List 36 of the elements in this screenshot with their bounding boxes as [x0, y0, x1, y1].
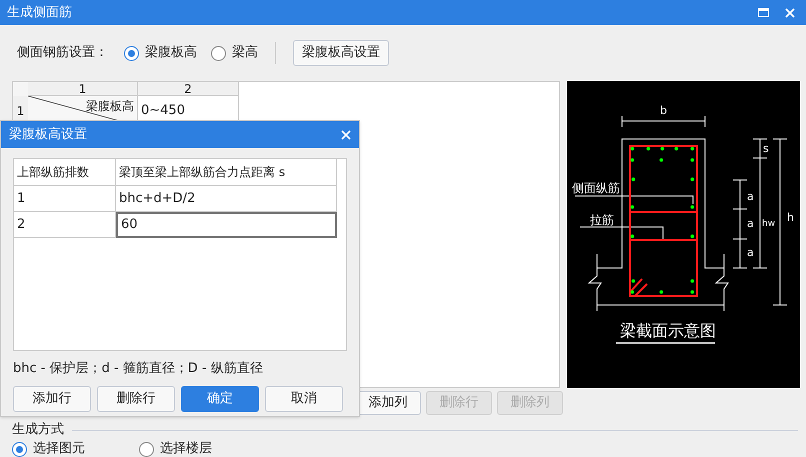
column-header: 2	[138, 82, 239, 96]
dimension-label: b	[660, 104, 667, 117]
dimension-label: a	[747, 217, 754, 230]
setting-label: 侧面钢筋设置：	[17, 44, 108, 62]
dimension-label: hw	[762, 219, 776, 229]
table-cell[interactable]: 2	[14, 212, 116, 238]
radio-option[interactable]: 选择图元	[12, 439, 85, 457]
radio-option[interactable]: 梁高	[211, 43, 258, 63]
table-cell[interactable]: 1	[14, 186, 116, 212]
column-header: 梁顶至梁上部纵筋合力点距离 s	[116, 159, 337, 186]
table-cell[interactable]: bhc+d+D/2	[116, 186, 337, 212]
radio-option[interactable]: 选择楼层	[139, 439, 212, 457]
callout-label: 侧面纵筋	[572, 181, 620, 195]
diagram-title: 梁截面示意图	[620, 321, 716, 340]
close-icon[interactable]	[341, 130, 351, 140]
radio-option[interactable]: 梁腹板高	[124, 43, 197, 63]
dimension-label: a	[747, 246, 754, 259]
dimension-label: h	[787, 211, 794, 224]
window-title: 生成侧面筋	[7, 4, 72, 22]
dialog-title: 梁腹板高设置	[9, 126, 87, 144]
dimension-label: s	[763, 142, 769, 155]
column-header: 上部纵筋排数	[14, 159, 116, 186]
close-icon[interactable]	[785, 8, 795, 18]
maximize-icon[interactable]	[758, 8, 769, 17]
section-title: 生成方式	[12, 421, 64, 440]
dialog-button[interactable]: 取消	[265, 386, 343, 412]
cell-text: 梁腹板高	[86, 98, 134, 115]
callout-label: 拉筋	[590, 213, 614, 227]
table-cell[interactable]: 60	[116, 212, 337, 238]
dialog-button[interactable]: 确定	[181, 386, 259, 412]
dialog-button[interactable]: 删除行	[97, 386, 175, 412]
dimension-label: a	[747, 190, 754, 203]
dialog-button[interactable]: 添加行	[13, 386, 91, 412]
column-header: 1	[28, 82, 138, 96]
note-text: bhc - 保护层；d - 箍筋直径；D - 纵筋直径	[12, 360, 264, 378]
settings-button[interactable]: 梁腹板高设置	[293, 40, 389, 66]
